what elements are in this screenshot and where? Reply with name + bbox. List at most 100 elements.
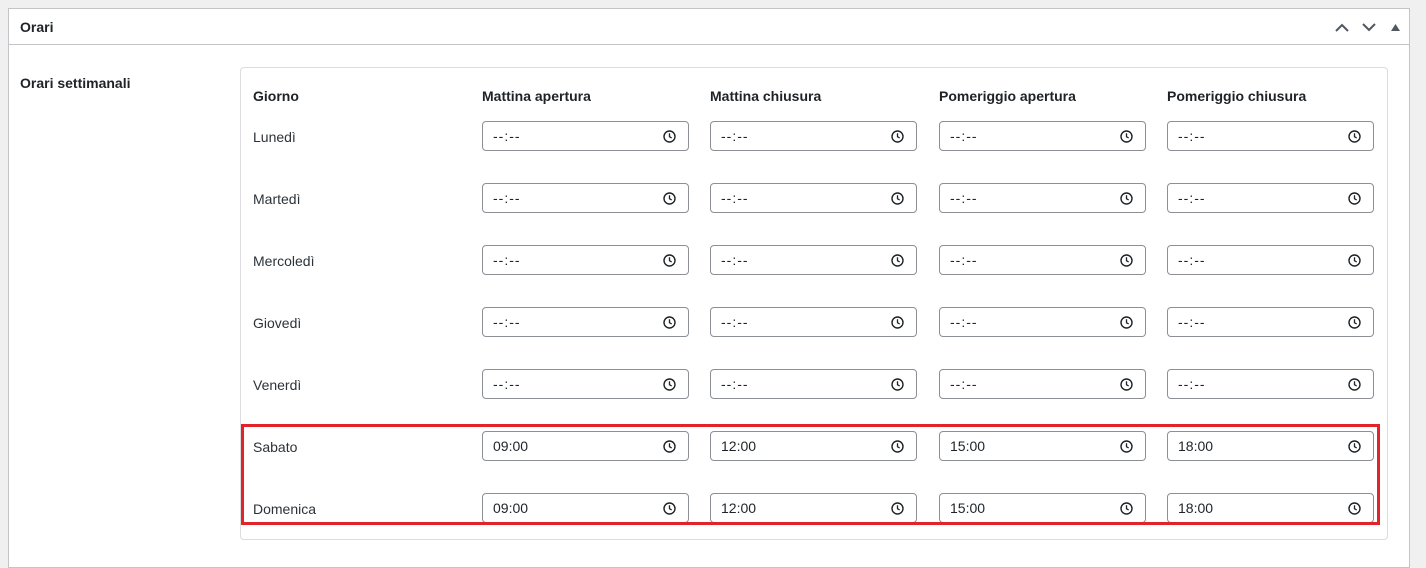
clock-icon[interactable]	[1348, 502, 1361, 515]
time-value: --:--	[1178, 376, 1206, 392]
time-value: --:--	[721, 376, 749, 392]
clock-icon[interactable]	[1348, 316, 1361, 329]
pomeriggio-chiusura-input[interactable]: --:--	[1167, 245, 1374, 275]
mattina-apertura-input[interactable]: --:--	[482, 307, 689, 337]
mattina-chiusura-input[interactable]: 12:00	[710, 431, 917, 461]
time-value: --:--	[721, 252, 749, 268]
clock-icon[interactable]	[891, 440, 904, 453]
mattina-chiusura-input[interactable]: --:--	[710, 183, 917, 213]
clock-icon[interactable]	[891, 316, 904, 329]
time-value: --:--	[493, 190, 521, 206]
clock-icon[interactable]	[1120, 192, 1133, 205]
pomeriggio-apertura-input[interactable]: --:--	[939, 121, 1146, 151]
clock-icon[interactable]	[1348, 378, 1361, 391]
move-up-icon[interactable]	[1332, 17, 1352, 37]
time-value: --:--	[1178, 314, 1206, 330]
time-value: --:--	[721, 314, 749, 330]
clock-icon[interactable]	[663, 440, 676, 453]
clock-icon[interactable]	[1348, 440, 1361, 453]
time-value: --:--	[950, 128, 978, 144]
metabox-title: Orari	[20, 19, 54, 35]
toggle-icon[interactable]	[1385, 17, 1405, 37]
clock-icon[interactable]	[1120, 378, 1133, 391]
time-value: --:--	[1178, 128, 1206, 144]
header-mattina-apertura: Mattina apertura	[482, 88, 591, 104]
mattina-chiusura-input[interactable]: --:--	[710, 121, 917, 151]
header-pomeriggio-chiusura: Pomeriggio chiusura	[1167, 88, 1307, 104]
time-value: 15:00	[950, 500, 986, 516]
mattina-apertura-input[interactable]: --:--	[482, 245, 689, 275]
clock-icon[interactable]	[891, 130, 904, 143]
mattina-apertura-input[interactable]: 09:00	[482, 493, 689, 523]
pomeriggio-apertura-input[interactable]: --:--	[939, 307, 1146, 337]
time-value: --:--	[493, 314, 521, 330]
time-value: --:--	[1178, 252, 1206, 268]
mattina-apertura-input[interactable]: --:--	[482, 369, 689, 399]
time-value: --:--	[493, 252, 521, 268]
clock-icon[interactable]	[1120, 316, 1133, 329]
mattina-chiusura-input[interactable]: --:--	[710, 369, 917, 399]
mattina-apertura-input[interactable]: --:--	[482, 121, 689, 151]
clock-icon[interactable]	[663, 378, 676, 391]
clock-icon[interactable]	[663, 192, 676, 205]
pomeriggio-chiusura-input[interactable]: --:--	[1167, 307, 1374, 337]
clock-icon[interactable]	[1348, 192, 1361, 205]
time-value: --:--	[493, 376, 521, 392]
time-value: 12:00	[721, 438, 757, 454]
pomeriggio-apertura-input[interactable]: 15:00	[939, 431, 1146, 461]
pomeriggio-apertura-input[interactable]: --:--	[939, 369, 1146, 399]
pomeriggio-apertura-input[interactable]: --:--	[939, 245, 1146, 275]
mattina-chiusura-input[interactable]: 12:00	[710, 493, 917, 523]
mattina-chiusura-input[interactable]: --:--	[710, 307, 917, 337]
day-label: Giovedì	[253, 315, 302, 331]
header-giorno: Giorno	[253, 88, 299, 104]
time-value: --:--	[721, 128, 749, 144]
day-label: Domenica	[253, 501, 317, 517]
time-value: 09:00	[493, 500, 529, 516]
mattina-apertura-input[interactable]: --:--	[482, 183, 689, 213]
clock-icon[interactable]	[663, 254, 676, 267]
clock-icon[interactable]	[1348, 130, 1361, 143]
metabox-orari: Orari Orari settimanali Giorno Mattina ap…	[8, 8, 1410, 568]
pomeriggio-chiusura-input[interactable]: --:--	[1167, 183, 1374, 213]
clock-icon[interactable]	[891, 192, 904, 205]
pomeriggio-chiusura-input[interactable]: 18:00	[1167, 493, 1374, 523]
clock-icon[interactable]	[663, 502, 676, 515]
clock-icon[interactable]	[1120, 130, 1133, 143]
clock-icon[interactable]	[891, 254, 904, 267]
pomeriggio-chiusura-input[interactable]: 18:00	[1167, 431, 1374, 461]
time-value: 09:00	[493, 438, 529, 454]
day-label: Lunedì	[253, 129, 296, 145]
clock-icon[interactable]	[1348, 254, 1361, 267]
mattina-chiusura-input[interactable]: --:--	[710, 245, 917, 275]
clock-icon[interactable]	[663, 130, 676, 143]
header-mattina-chiusura: Mattina chiusura	[710, 88, 822, 104]
time-value: 15:00	[950, 438, 986, 454]
clock-icon[interactable]	[891, 502, 904, 515]
time-value: --:--	[950, 376, 978, 392]
time-value: 12:00	[721, 500, 757, 516]
pomeriggio-chiusura-input[interactable]: --:--	[1167, 369, 1374, 399]
day-label: Sabato	[253, 439, 298, 455]
day-label: Mercoledì	[253, 253, 315, 269]
clock-icon[interactable]	[1120, 254, 1133, 267]
clock-icon[interactable]	[891, 378, 904, 391]
pomeriggio-apertura-input[interactable]: --:--	[939, 183, 1146, 213]
header-pomeriggio-apertura: Pomeriggio apertura	[939, 88, 1076, 104]
day-label: Martedì	[253, 191, 301, 207]
clock-icon[interactable]	[1120, 440, 1133, 453]
metabox-header: Orari	[9, 9, 1409, 45]
time-value: --:--	[950, 314, 978, 330]
clock-icon[interactable]	[663, 316, 676, 329]
time-value: --:--	[721, 190, 749, 206]
pomeriggio-apertura-input[interactable]: 15:00	[939, 493, 1146, 523]
clock-icon[interactable]	[1120, 502, 1133, 515]
field-label: Orari settimanali	[20, 75, 131, 91]
weekly-hours-table: Giorno Mattina apertura Mattina chiusura Po…	[240, 67, 1388, 540]
day-label: Venerdì	[253, 377, 302, 393]
move-down-icon[interactable]	[1359, 17, 1379, 37]
pomeriggio-chiusura-input[interactable]: --:--	[1167, 121, 1374, 151]
time-value: 18:00	[1178, 500, 1214, 516]
mattina-apertura-input[interactable]: 09:00	[482, 431, 689, 461]
time-value: --:--	[493, 128, 521, 144]
